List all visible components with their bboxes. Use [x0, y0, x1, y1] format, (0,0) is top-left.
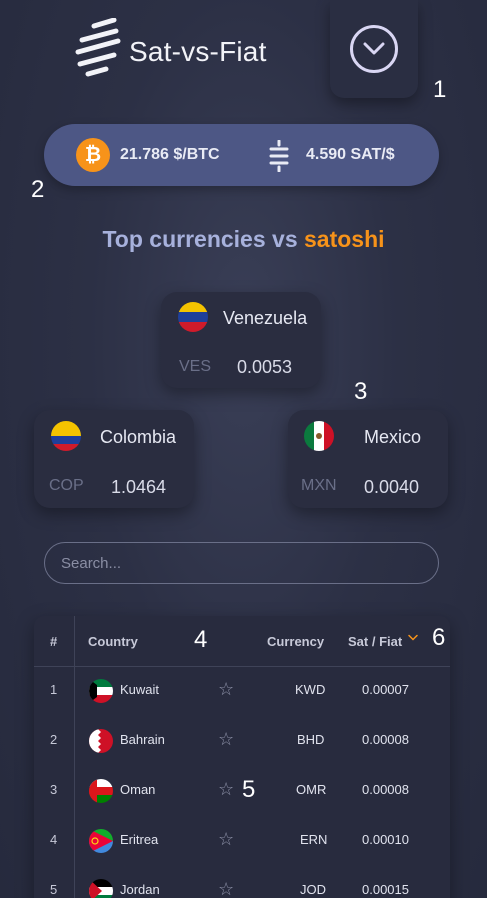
kuwait-flag-icon [89, 679, 113, 703]
card-value: 0.0040 [364, 477, 420, 497]
row-rate: 0.00015 [362, 882, 409, 897]
marker-4: 4 [194, 626, 208, 653]
chevron-down-icon [350, 25, 398, 73]
search-input[interactable] [44, 542, 439, 584]
table-row[interactable]: 5 Jordan ☆ JOD 0.00015 [34, 866, 450, 898]
row-rate: 0.00008 [362, 732, 409, 747]
section-title: Top currencies vs satoshi [0, 226, 487, 253]
sat-logo-icon [75, 18, 121, 77]
colombia-flag-icon [51, 421, 81, 451]
bitcoin-icon: ₿ [76, 138, 110, 172]
card-country: Colombia [100, 427, 177, 447]
marker-6: 6 [432, 624, 446, 651]
section-title-accent: satoshi [304, 226, 385, 252]
card-value: 1.0464 [111, 477, 167, 497]
section-title-prefix: Top currencies vs [102, 226, 304, 252]
row-country: Jordan [120, 882, 160, 897]
favorite-star-icon[interactable]: ☆ [218, 779, 234, 800]
marker-2: 2 [31, 176, 45, 203]
marker-3: 3 [354, 378, 368, 405]
row-currency: KWD [295, 682, 326, 697]
row-index: 1 [50, 682, 58, 697]
row-currency: ERN [300, 832, 328, 847]
header-country[interactable]: Country [88, 634, 138, 649]
favorite-star-icon[interactable]: ☆ [218, 679, 234, 700]
row-index: 3 [50, 782, 58, 797]
card-value: 0.0053 [237, 357, 293, 377]
header-currency[interactable]: Currency [267, 634, 324, 649]
sat-price: 4.590 SAT/$ [306, 146, 395, 163]
menu-toggle-button[interactable] [330, 0, 418, 98]
marker-5: 5 [242, 776, 256, 803]
favorite-star-icon[interactable]: ☆ [218, 829, 234, 850]
row-rate: 0.00010 [362, 832, 409, 847]
row-index: 4 [50, 832, 58, 847]
header-rate[interactable]: Sat / Fiat [348, 634, 402, 649]
row-currency: OMR [296, 782, 327, 797]
oman-flag-icon [89, 779, 113, 803]
header-index: # [50, 634, 58, 649]
venezuela-flag-icon [178, 302, 208, 332]
mexico-flag-icon [304, 421, 334, 451]
card-country: Mexico [364, 427, 422, 447]
row-country: Oman [120, 782, 156, 797]
card-code: MXN [301, 477, 337, 494]
card-country: Venezuela [223, 308, 308, 328]
table-row[interactable]: 2 Bahrain ☆ BHD 0.00008 [34, 716, 450, 766]
row-index: 2 [50, 732, 58, 747]
satoshi-icon [269, 140, 289, 172]
currency-card-colombia[interactable]: Colombia COP 1.0464 [34, 410, 194, 508]
favorite-star-icon[interactable]: ☆ [218, 729, 234, 750]
jordan-flag-icon [89, 879, 113, 898]
row-currency: JOD [300, 882, 326, 897]
row-index: 5 [50, 882, 58, 897]
card-code: COP [49, 477, 84, 494]
row-country: Kuwait [120, 682, 160, 697]
marker-1: 1 [433, 76, 447, 103]
bahrain-flag-icon [89, 729, 113, 753]
currency-card-venezuela[interactable]: Venezuela VES 0.0053 [161, 292, 321, 388]
row-country: Eritrea [120, 832, 159, 847]
currency-card-mexico[interactable]: Mexico MXN 0.0040 [288, 410, 448, 508]
btc-price: 21.786 $/BTC [120, 146, 220, 163]
sort-chevron-down-icon[interactable] [408, 634, 418, 642]
app-title: Sat-vs-Fiat [129, 36, 267, 67]
currency-table: # Country Currency Sat / Fiat 1 Kuwait ☆… [34, 616, 450, 898]
table-row[interactable]: 4 Eritrea ☆ ERN 0.00010 [34, 816, 450, 866]
favorite-star-icon[interactable]: ☆ [218, 879, 234, 898]
row-currency: BHD [297, 732, 325, 747]
row-country: Bahrain [120, 732, 165, 747]
card-code: VES [179, 358, 212, 375]
eritrea-flag-icon [89, 829, 113, 853]
row-rate: 0.00007 [362, 682, 409, 697]
table-row[interactable]: 1 Kuwait ☆ KWD 0.00007 [34, 666, 450, 716]
row-rate: 0.00008 [362, 782, 409, 797]
